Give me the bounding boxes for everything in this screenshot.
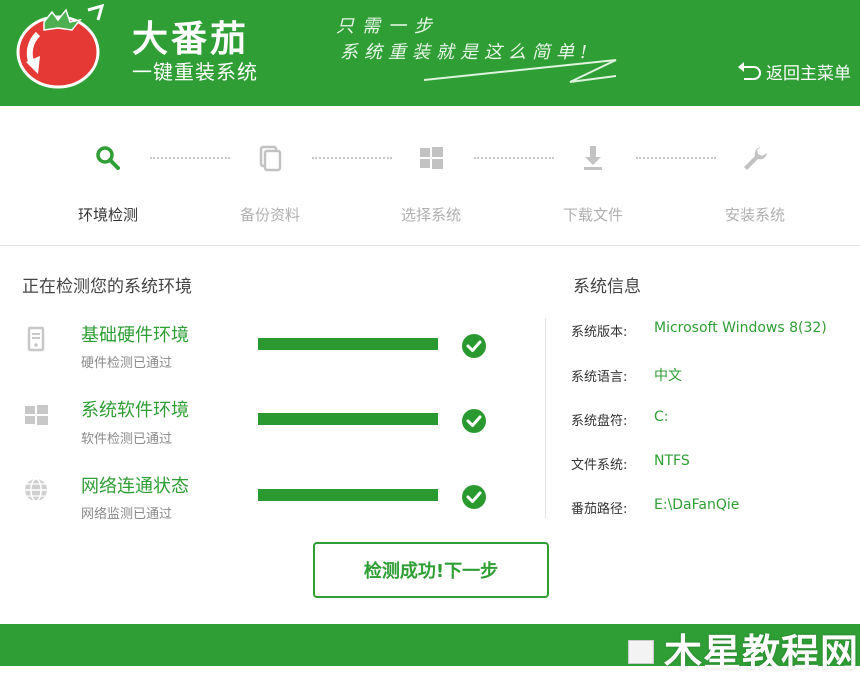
search-icon [96, 146, 120, 170]
download-icon [584, 146, 602, 170]
windows-icon [25, 405, 48, 425]
sysinfo-key-filesystem: 文件系统: [571, 458, 628, 473]
steps-bar: 环境检测 备份资料 选择系统 下载文件 安装系统 [0, 106, 860, 246]
step-label-download: 下载文件 [562, 206, 623, 224]
progress-fill-software [258, 413, 438, 425]
check-title-software: 系统软件环境 [81, 400, 189, 421]
windows-icon [420, 147, 443, 169]
sysinfo-value-path: E:\DaFanQie [654, 497, 740, 513]
watermark-text: 木星教程网 [664, 631, 860, 675]
next-step-button[interactable]: 检测成功!下一步 [313, 542, 549, 598]
brand-subtitle: 一键重装系统 [132, 60, 258, 84]
check-success-icon [462, 334, 486, 358]
step-label-environment-check: 环境检测 [77, 206, 138, 224]
check-success-icon [462, 485, 486, 509]
sysinfo-key-language: 系统语言: [571, 370, 628, 385]
step-select-system [413, 142, 449, 174]
step-label-backup: 备份资料 [239, 206, 300, 224]
sysinfo-key-version: 系统版本: [571, 325, 628, 340]
wrench-icon [744, 147, 767, 170]
return-arrow-icon [738, 62, 761, 80]
sysinfo-value-filesystem: NTFS [654, 453, 690, 469]
step-environment-check [90, 142, 126, 174]
sysinfo-title: 系统信息 [573, 277, 641, 297]
progress-bar-software [258, 413, 438, 425]
step-label-select-system: 选择系统 [400, 206, 461, 224]
step-connector [150, 157, 230, 159]
check-status-network: 网络监测已通过 [81, 507, 173, 522]
progress-bar-network [258, 489, 438, 501]
progress-fill-hardware [258, 338, 438, 350]
sysinfo-key-drive: 系统盘符: [571, 414, 628, 429]
hardware-icon [27, 326, 45, 352]
step-install [737, 142, 773, 174]
check-status-hardware: 硬件检测已通过 [81, 356, 173, 371]
tomato-logo-icon [16, 4, 105, 89]
check-success-icon [462, 409, 486, 433]
slogan-swoosh [423, 59, 617, 83]
check-title-network: 网络连通状态 [81, 476, 189, 497]
check-status-software: 软件检测已通过 [81, 432, 173, 447]
back-to-main-menu-link[interactable]: 返回主菜单 [736, 58, 851, 84]
globe-icon [25, 478, 47, 502]
sysinfo-value-version: Microsoft Windows 8(32) [654, 320, 827, 336]
step-connector [636, 157, 716, 159]
step-download [575, 142, 611, 174]
progress-bar-hardware [258, 338, 438, 350]
sysinfo-value-language: 中文 [654, 368, 682, 384]
sysinfo-value-drive: C: [654, 409, 669, 425]
detect-title: 正在检测您的系统环境 [22, 277, 192, 297]
step-connector [312, 157, 392, 159]
step-connector [474, 157, 554, 159]
step-backup [252, 142, 288, 174]
check-title-hardware: 基础硬件环境 [81, 325, 189, 346]
slogan-line-1: 只需一步 [336, 16, 440, 37]
sysinfo-key-path: 番茄路径: [571, 502, 628, 517]
brand-title: 大番茄 [132, 19, 250, 60]
step-label-install: 安装系统 [724, 206, 785, 224]
header: 大番茄 一键重装系统 只需一步 系统重装就是这么简单! 返回主菜单 [0, 0, 860, 106]
watermark-avatar [628, 640, 654, 664]
copy-icon [259, 145, 282, 172]
progress-fill-network [258, 489, 438, 501]
back-link-label: 返回主菜单 [766, 63, 851, 84]
panel-divider [545, 318, 546, 518]
